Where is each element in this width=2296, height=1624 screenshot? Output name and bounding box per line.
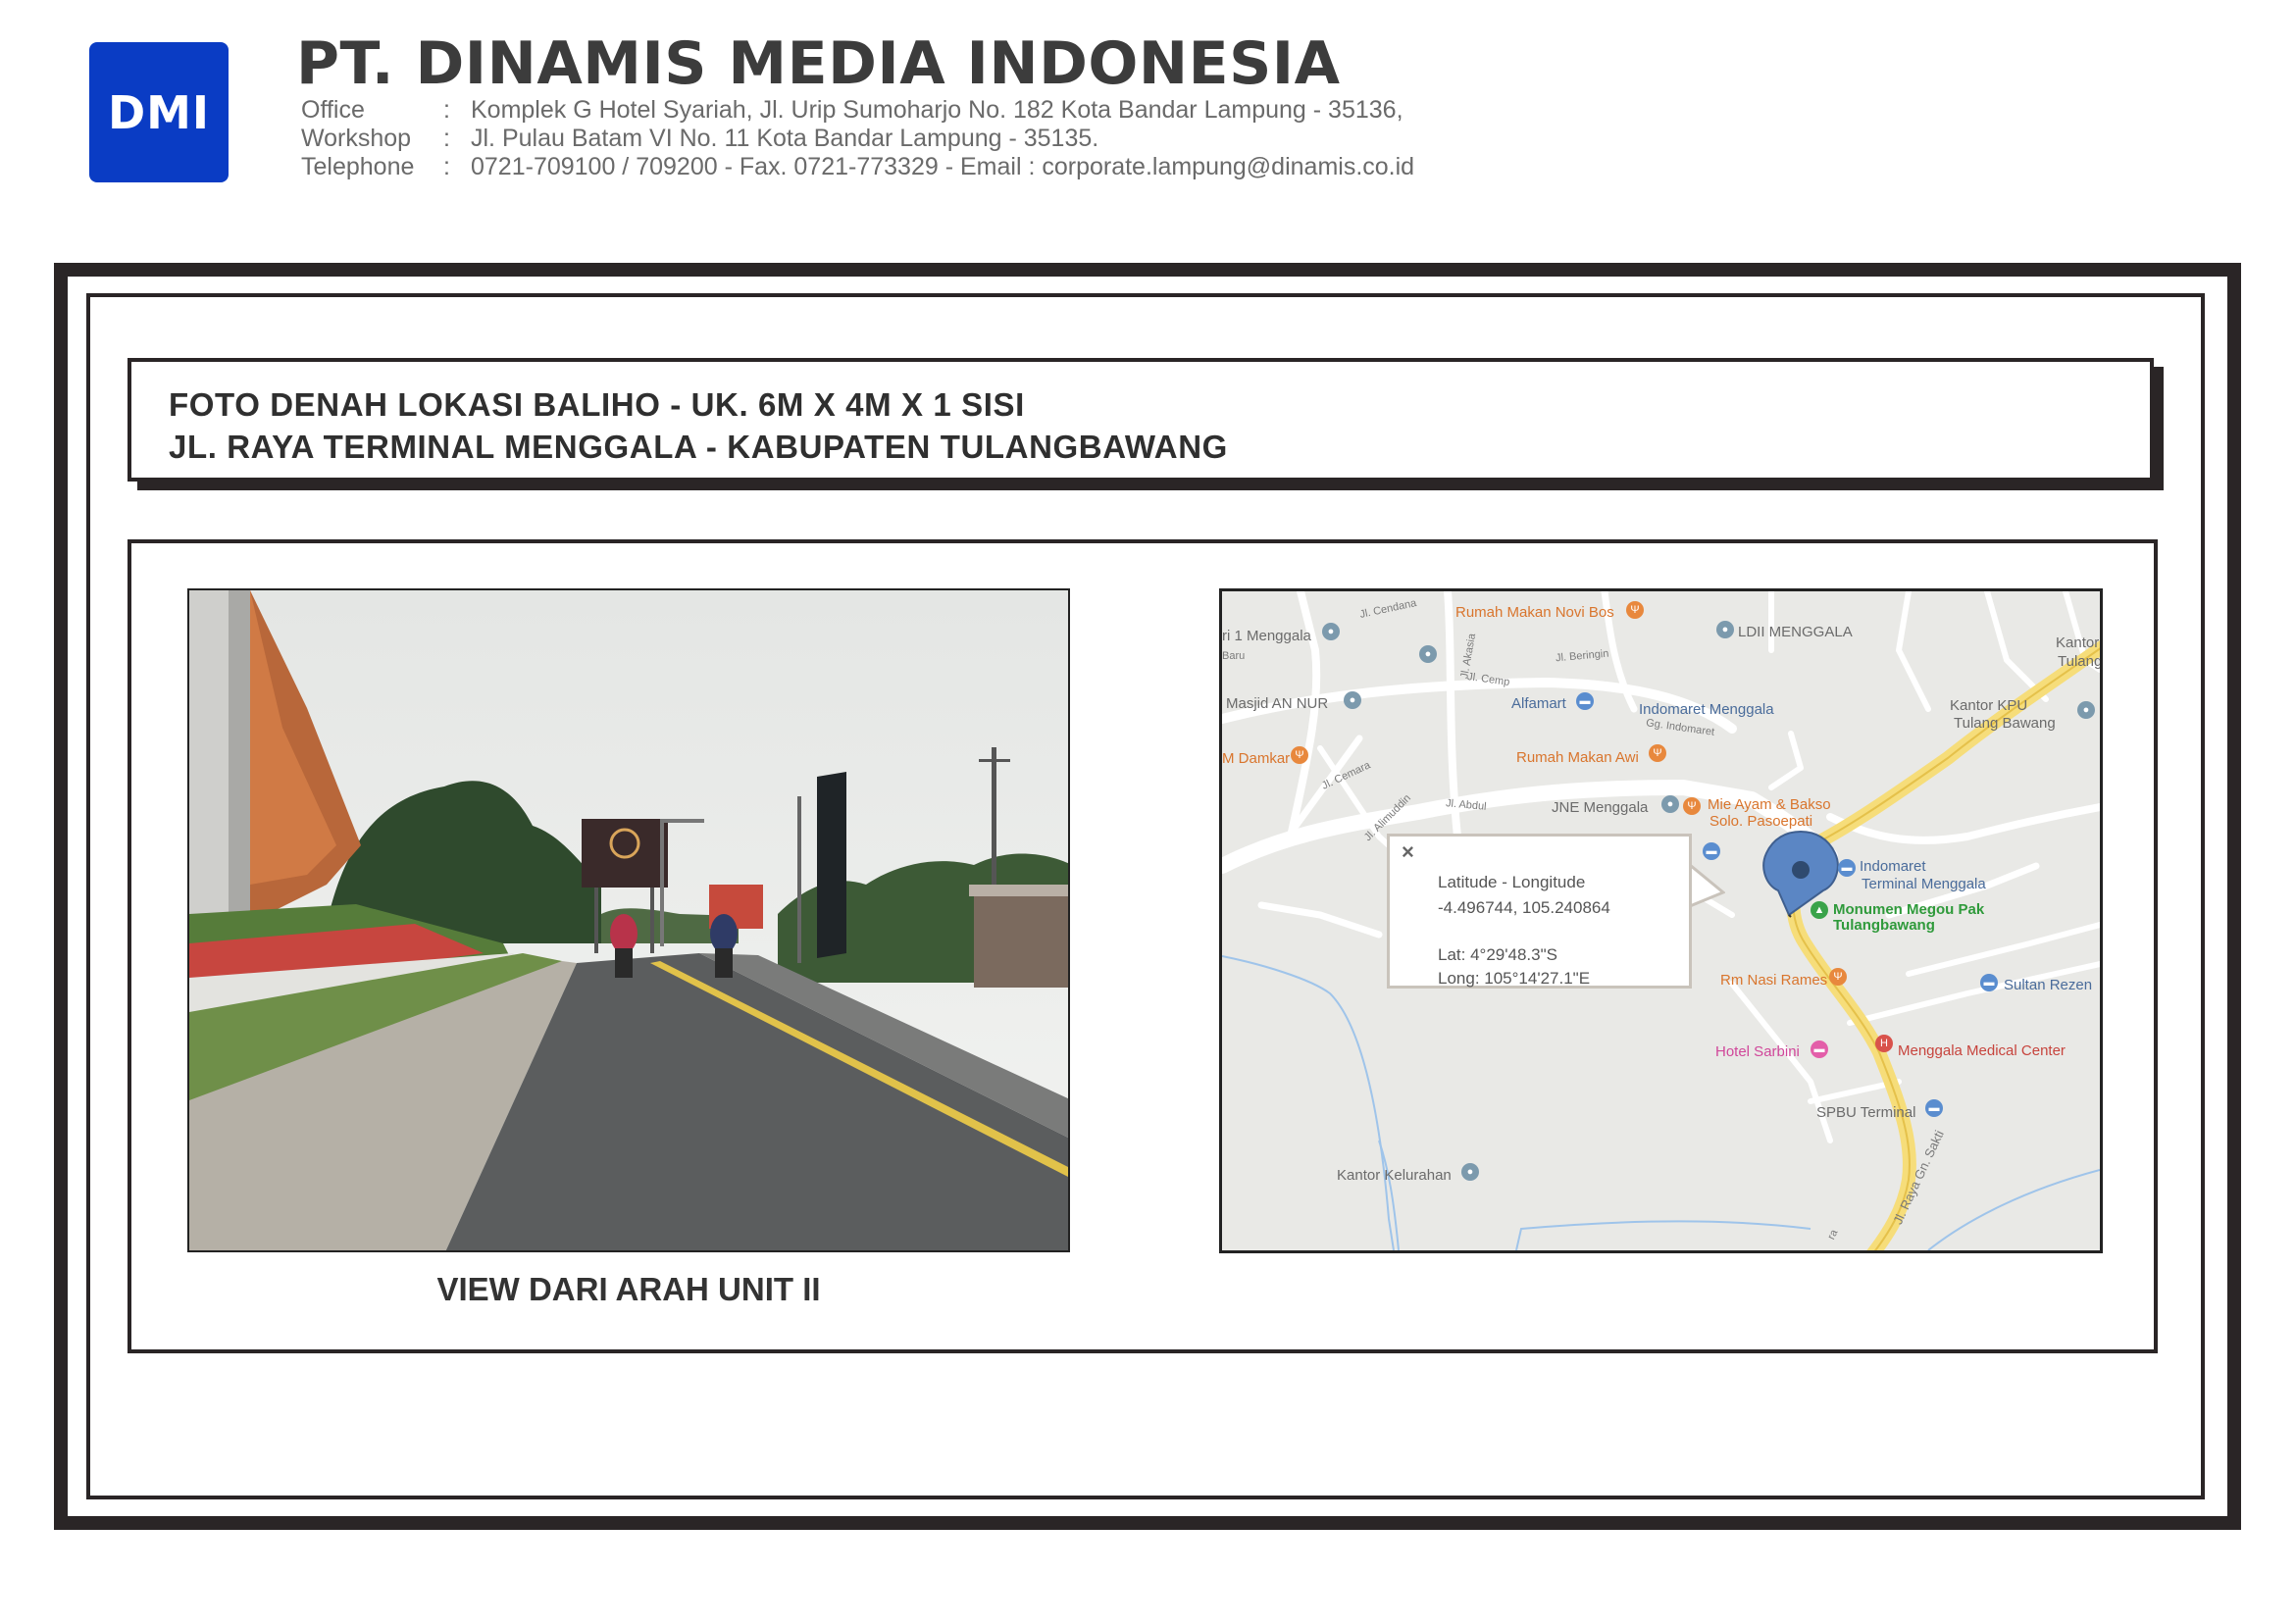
contact-label: Office (301, 96, 365, 124)
coordinate-popup: × Latitude - Longitude -4.496744, 105.24… (1387, 834, 1692, 989)
restaurant-icon: Ψ (1626, 601, 1644, 619)
poi-kantor-d: Kantor D (2056, 634, 2100, 651)
logo-text: DMI (107, 85, 211, 139)
title-box: FOTO DENAH LOKASI BALIHO - UK. 6M X 4M X… (128, 358, 2154, 482)
poi-jne: JNE Menggala (1552, 799, 1649, 816)
restaurant-icon: Ψ (1829, 968, 1847, 986)
contact-value: 0721-709100 / 709200 - Fax. 0721-773329 … (471, 153, 1415, 180)
office-icon: ● (1461, 1163, 1479, 1181)
company-name: PT. DINAMIS MEDIA INDONESIA (296, 29, 1341, 98)
poi-medical: Menggala Medical Center (1898, 1042, 2066, 1059)
company-logo: DMI (89, 42, 229, 182)
contact-separator: : (443, 125, 450, 152)
poi-ri-menggala: ri 1 Menggala (1222, 628, 1311, 644)
popup-tail (1690, 863, 1725, 908)
monument-icon: ▲ (1811, 901, 1828, 919)
poi-hotel: Hotel Sarbini (1715, 1043, 1800, 1060)
photo-caption: VIEW DARI ARAH UNIT II (436, 1271, 821, 1307)
contact-label: Telephone (301, 153, 415, 180)
poi-alfamart: Alfamart (1511, 695, 1566, 712)
shopping-cart-icon: ▬ (1980, 974, 1998, 991)
poi-masjid: Masjid AN NUR (1226, 695, 1329, 712)
poi-damkar: M Damkar (1222, 750, 1291, 767)
title-line-1: FOTO DENAH LOKASI BALIHO - UK. 6M X 4M X… (169, 386, 1025, 423)
place-of-worship-icon: ● (1716, 621, 1734, 638)
street-baru: Baru (1222, 650, 1246, 662)
popup-coordinates: -4.496744, 105.240864 (1438, 898, 1610, 917)
contact-value: Komplek G Hotel Syariah, Jl. Urip Sumoha… (471, 96, 1403, 124)
place-icon: ● (1419, 645, 1437, 663)
office-icon: ● (2077, 701, 2095, 719)
poi-monumen-2: Tulangbawang (1833, 917, 1935, 934)
poi-mie-1: Mie Ayam & Bakso (1708, 796, 1831, 813)
restaurant-icon: Ψ (1683, 797, 1701, 815)
contact-workshop: Workshop : Jl. Pulau Batam VI No. 11 Kot… (301, 125, 1414, 153)
poi-rm-novi: Rumah Makan Novi Bos (1455, 604, 1614, 621)
poi-spbu: SPBU Terminal (1816, 1104, 1916, 1121)
popup-long: Long: 105°14'27.1"E (1438, 969, 1591, 988)
restaurant-icon: Ψ (1291, 746, 1308, 764)
restaurant-icon: Ψ (1649, 744, 1666, 762)
bus-icon: ▬ (1703, 842, 1720, 860)
poi-kantor-kpu-2: Tulang Bawang (1954, 715, 2056, 732)
poi-rm-awi: Rumah Makan Awi (1516, 749, 1639, 766)
contact-separator: : (443, 96, 450, 124)
hotel-icon: ▬ (1811, 1040, 1828, 1058)
poi-mie-2: Solo. Pasoepati (1709, 813, 1813, 830)
contact-info: Office : Komplek G Hotel Syariah, Jl. Ur… (301, 96, 1414, 181)
poi-indomaret-terminal-2: Terminal Menggala (1862, 876, 1986, 892)
contact-value: Jl. Pulau Batam VI No. 11 Kota Bandar La… (471, 125, 1099, 152)
close-icon[interactable]: × (1402, 839, 1414, 865)
poi-indomaret-terminal-1: Indomaret (1860, 858, 1926, 875)
mosque-icon: ● (1344, 691, 1361, 709)
street-photo (187, 588, 1070, 1252)
poi-indomaret: Indomaret Menggala (1639, 701, 1774, 718)
poi-ldii: LDII MENGGALA (1738, 624, 1853, 640)
title-line-2: JL. RAYA TERMINAL MENGGALA - KABUPATEN T… (169, 429, 1228, 465)
poi-kelurahan: Kantor Kelurahan (1337, 1167, 1452, 1184)
poi-rm-nasi: Rm Nasi Rames (1720, 972, 1828, 989)
gas-station-icon: ▬ (1925, 1099, 1943, 1117)
contact-telephone: Telephone : 0721-709100 / 709200 - Fax. … (301, 153, 1414, 181)
poi-tulang-ba: Tulang Ba (2058, 653, 2103, 670)
street-photo-illustration (189, 590, 1068, 1250)
school-icon: ● (1322, 623, 1340, 640)
poi-sultan: Sultan Rezen (2004, 977, 2093, 993)
popup-label: Latitude - Longitude (1438, 873, 1586, 891)
location-map[interactable]: Rumah Makan Novi Bos Ψ ● LDII MENGGALA K… (1219, 588, 2103, 1253)
poi-monumen-1: Monumen Megou Pak (1833, 901, 1985, 918)
shop-icon: ▬ (1838, 859, 1856, 877)
contact-separator: : (443, 153, 450, 180)
contact-office: Office : Komplek G Hotel Syariah, Jl. Ur… (301, 96, 1414, 125)
poi-kantor-kpu-1: Kantor KPU (1950, 697, 2028, 714)
popup-lat: Lat: 4°29'48.3"S (1438, 945, 1557, 964)
place-icon: ● (1661, 795, 1679, 813)
contact-label: Workshop (301, 125, 412, 152)
shop-icon: ▬ (1576, 692, 1594, 710)
hospital-icon: H (1875, 1035, 1893, 1052)
